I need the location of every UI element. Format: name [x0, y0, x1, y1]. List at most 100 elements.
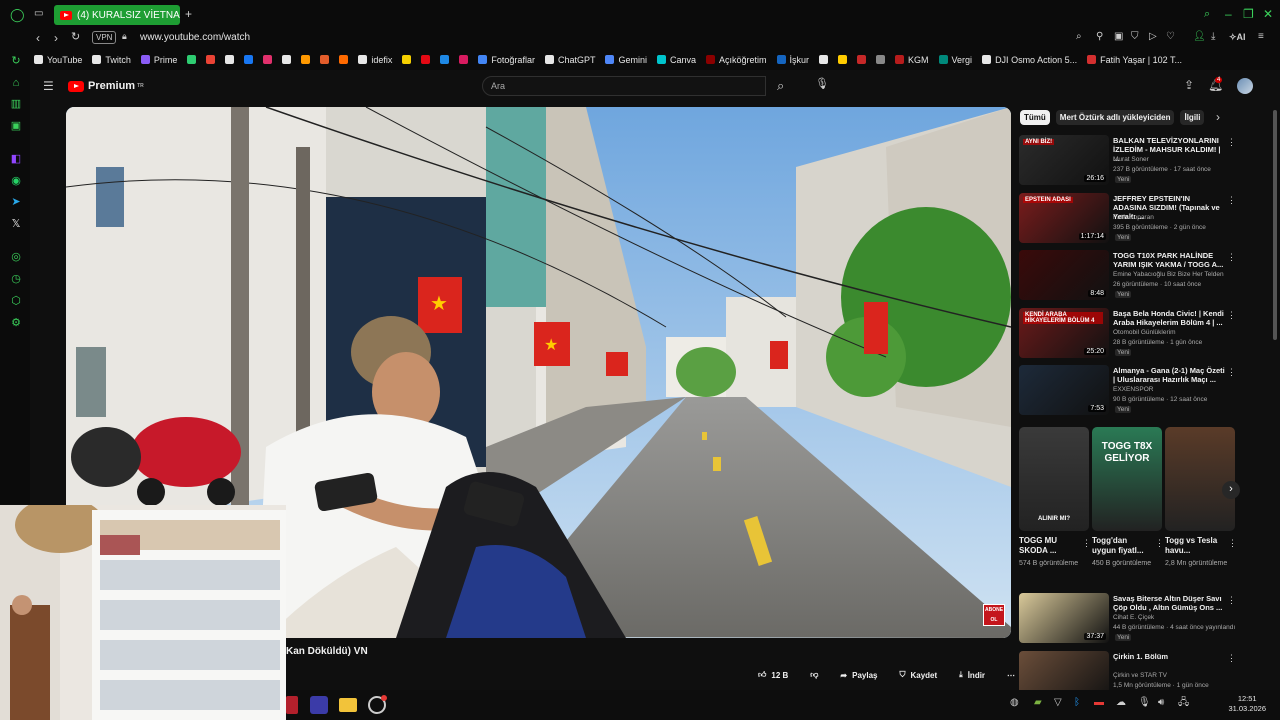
hamburger-menu-icon[interactable]: ☰: [43, 80, 54, 92]
recommendation-thumbnail[interactable]: 37:37: [1019, 593, 1109, 643]
volume-icon[interactable]: 🔊︎: [1158, 698, 1164, 708]
bookmark-item[interactable]: idefix: [358, 55, 392, 65]
like-button[interactable]: 👍︎ 12 B: [750, 667, 796, 683]
ai-icon[interactable]: ✧AI: [1229, 33, 1246, 42]
recommendation-title[interactable]: Çirkin 1. Bölüm: [1113, 652, 1225, 661]
recommendation-title[interactable]: Savaş Biterse Altın Düşer Savı Çöp Oldu …: [1113, 594, 1225, 612]
menu-icon[interactable]: ≡: [1258, 32, 1264, 42]
bookmark-item[interactable]: [819, 55, 829, 64]
chip-related[interactable]: İlgili: [1180, 110, 1205, 125]
bookmark-item[interactable]: ChatGPT: [544, 55, 595, 65]
bookmark-item[interactable]: [421, 55, 431, 64]
bookmark-item[interactable]: [857, 55, 867, 64]
history-icon[interactable]: ◷: [10, 273, 22, 285]
recommendation-item[interactable]: AYNI BİZ! 26:16 BALKAN TELEVİZYONLARINI İZ…: [1019, 135, 1239, 187]
recommendation-title[interactable]: TOGG T10X PARK HALİNDE YARIM IŞIK YAKMA …: [1113, 251, 1225, 269]
recommendation-thumbnail[interactable]: EPSTEIN ADASI 1:17:14: [1019, 192, 1109, 243]
bookmark-item[interactable]: DJI Osmo Action 5...: [982, 55, 1077, 65]
recommendation-channel[interactable]: Fatih Koparan: [1113, 214, 1154, 221]
page-scrollbar[interactable]: [1273, 110, 1277, 340]
recommendation-channel[interactable]: Murat Soner: [1113, 156, 1149, 163]
search-tabs-icon[interactable]: ⌕: [1204, 9, 1210, 20]
microphone-icon[interactable]: 🎙︎: [815, 79, 829, 90]
onedrive-icon[interactable]: ☁: [1116, 698, 1126, 708]
bookmark-item[interactable]: Fotoğraflar: [478, 55, 535, 65]
recommendation-channel[interactable]: Cihat E. Çiçek: [1113, 614, 1154, 621]
crypto-wallet-icon[interactable]: ▥: [10, 98, 22, 110]
bookmark-item[interactable]: YouTube: [34, 55, 82, 65]
minimize-icon[interactable]: –: [1225, 8, 1232, 20]
subscribe-watermark-badge[interactable]: ABONE OL: [983, 604, 1005, 626]
taskbar-app-icon[interactable]: [286, 696, 298, 714]
tray-red-icon[interactable]: ▬: [1094, 698, 1104, 708]
bookmark-item[interactable]: Fatih Yaşar | 102 T...: [1087, 55, 1182, 65]
bookmark-item[interactable]: Vergi: [938, 55, 972, 65]
settings-icon[interactable]: ⚙: [10, 317, 22, 329]
file-explorer-icon[interactable]: [339, 698, 357, 712]
bookmark-item[interactable]: [876, 55, 886, 64]
pin-icon[interactable]: ⚲: [1096, 32, 1103, 42]
telegram-icon[interactable]: ➤: [10, 196, 22, 208]
recommendation-thumbnail[interactable]: 8:48: [1019, 250, 1109, 300]
bookmark-item[interactable]: [187, 55, 197, 64]
recommendation-item[interactable]: 7:53 Almanya - Gana (2-1) Maç Özeti | Ulu…: [1019, 365, 1239, 417]
share-button[interactable]: ➦ Paylaş: [832, 667, 885, 683]
zoom-icon[interactable]: ⌕: [1076, 32, 1082, 42]
upload-icon[interactable]: ⇪: [1184, 79, 1194, 91]
shorts-next-icon[interactable]: ›: [1222, 481, 1240, 499]
more-options-icon[interactable]: ⋮: [1227, 653, 1236, 664]
recommendation-item[interactable]: 8:48 TOGG T10X PARK HALİNDE YARIM IŞIK YA…: [1019, 250, 1239, 302]
bookmark-item[interactable]: İşkur: [776, 55, 809, 65]
maximize-icon[interactable]: ❐: [1243, 8, 1254, 20]
search-input[interactable]: Ara: [482, 76, 766, 96]
short-thumbnail[interactable]: ALINIR MI?: [1019, 427, 1089, 531]
network-icon[interactable]: 🖧︎: [1178, 698, 1189, 708]
messenger-icon[interactable]: ▣: [10, 120, 22, 132]
more-options-icon[interactable]: ⋮: [1227, 595, 1236, 606]
extension-icon[interactable]: ⌂: [10, 77, 22, 89]
short-title[interactable]: Togg'dan uygun fiyatl...: [1092, 536, 1150, 556]
player-icon[interactable]: ◎: [10, 251, 22, 263]
short-title[interactable]: TOGG MU SKODA ...: [1019, 536, 1077, 556]
recommendation-thumbnail[interactable]: AYNI BİZ! 26:16: [1019, 135, 1109, 185]
bookmark-item[interactable]: Canva: [656, 55, 696, 65]
dislike-button[interactable]: 👎︎: [802, 667, 826, 683]
short-item[interactable]: TOGG T8X GELİYOR Togg'dan uygun fiyatl...…: [1092, 427, 1164, 567]
youtube-logo[interactable]: Premium TR: [68, 80, 144, 92]
bookmark-item[interactable]: KGM: [895, 55, 929, 65]
nvidia-icon[interactable]: ▰: [1034, 698, 1042, 708]
recommendation-item[interactable]: KENDİ ARABA HİKAYELERİM BÖLÜM 4 25:20 Başa…: [1019, 307, 1239, 360]
x-twitter-icon[interactable]: 𝕏: [10, 218, 22, 230]
recommendation-channel[interactable]: Çirkin ve STAR TV: [1113, 672, 1167, 679]
url-field[interactable]: www.youtube.com/watch: [140, 32, 250, 43]
reload-icon[interactable]: ↻: [71, 32, 80, 43]
whatsapp-icon[interactable]: ◉: [10, 175, 22, 187]
recommendation-item[interactable]: EPSTEIN ADASI 1:17:14 JEFFREY EPSTEIN'IN A…: [1019, 192, 1239, 245]
bookmark-item[interactable]: Açıköğretim: [706, 55, 767, 65]
bookmark-item[interactable]: Twitch: [92, 55, 131, 65]
bookmark-item[interactable]: [440, 55, 450, 64]
bookmark-item[interactable]: [838, 55, 848, 64]
more-options-icon[interactable]: ⋮: [1227, 367, 1236, 378]
search-icon[interactable]: ⌕: [777, 79, 784, 92]
account-icon[interactable]: 👤︎: [1193, 32, 1206, 42]
chip-all[interactable]: Tümü: [1020, 110, 1050, 125]
twitch-icon[interactable]: ◧: [10, 153, 22, 165]
play-icon[interactable]: ▷: [1149, 32, 1157, 42]
short-thumbnail[interactable]: [1165, 427, 1235, 531]
download-button[interactable]: ⤓ İndir: [951, 667, 993, 683]
tray-filter-icon[interactable]: ▽: [1054, 698, 1062, 708]
vpn-badge[interactable]: VPN: [92, 31, 117, 44]
recommendation-channel[interactable]: Emine Yabacıoğlu Biz Bize Her Telden: [1113, 271, 1224, 278]
microphone-tray-icon[interactable]: 🎙︎: [1138, 698, 1151, 708]
shield-icon[interactable]: ⛉: [1131, 32, 1139, 42]
chip-uploader[interactable]: Mert Öztürk adlı yükleyiciden: [1055, 110, 1175, 125]
more-options-icon[interactable]: ⋮: [1227, 137, 1236, 148]
tab-manager-icon[interactable]: ▭: [34, 9, 43, 19]
opera-logo-icon[interactable]: ◯: [10, 8, 25, 21]
bookmark-item[interactable]: [206, 55, 216, 64]
bookmark-item[interactable]: [459, 55, 469, 64]
bookmark-item[interactable]: [402, 55, 412, 64]
lock-icon[interactable]: 🔒︎: [122, 32, 127, 41]
heart-icon[interactable]: ♡: [1166, 32, 1175, 42]
